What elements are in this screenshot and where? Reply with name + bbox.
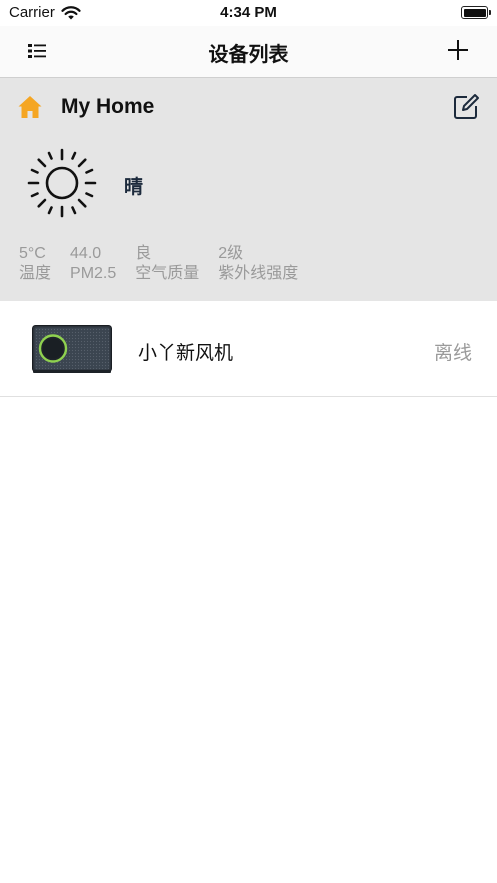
status-bar: Carrier 4:34 PM bbox=[0, 0, 497, 26]
stat-label: 温度 bbox=[19, 265, 52, 282]
stat-value: 44.0 bbox=[70, 245, 102, 262]
home-weather-card: My Home 晴 5°C 温度 44.0 PM2.5 良 空气质量 2级 紫外… bbox=[0, 78, 497, 301]
stat-value: 良 bbox=[135, 245, 152, 262]
battery-icon bbox=[461, 6, 491, 19]
device-name: 小丫新风机 bbox=[138, 343, 234, 364]
stat-label: 紫外线强度 bbox=[218, 265, 299, 282]
device-row[interactable]: 小丫新风机 离线 bbox=[0, 301, 497, 397]
weather-stats: 5°C 温度 44.0 PM2.5 良 空气质量 2级 紫外线强度 bbox=[19, 244, 317, 284]
stat-uv-index: 2级 紫外线强度 bbox=[218, 244, 298, 284]
status-time: 4:34 PM bbox=[220, 4, 277, 21]
stat-air-quality: 良 空气质量 bbox=[135, 244, 199, 284]
weather-condition: 晴 bbox=[124, 177, 144, 198]
stat-label: PM2.5 bbox=[70, 265, 117, 282]
navigation-bar: 设备列表 bbox=[0, 26, 497, 78]
stat-label: 空气质量 bbox=[135, 265, 200, 282]
home-icon bbox=[18, 96, 42, 118]
stat-pm25: 44.0 PM2.5 bbox=[70, 244, 116, 284]
page-title: 设备列表 bbox=[208, 44, 289, 66]
stat-value: 2级 bbox=[218, 245, 244, 262]
edit-icon[interactable] bbox=[452, 93, 480, 121]
sun-icon bbox=[27, 148, 97, 218]
stat-value: 5°C bbox=[19, 245, 46, 262]
plus-icon[interactable] bbox=[445, 37, 471, 63]
stat-temperature: 5°C 温度 bbox=[19, 244, 51, 284]
device-status: 离线 bbox=[433, 343, 472, 364]
home-name: My Home bbox=[61, 95, 155, 118]
device-list: 小丫新风机 离线 bbox=[0, 301, 497, 397]
air-purifier-icon bbox=[32, 325, 112, 373]
